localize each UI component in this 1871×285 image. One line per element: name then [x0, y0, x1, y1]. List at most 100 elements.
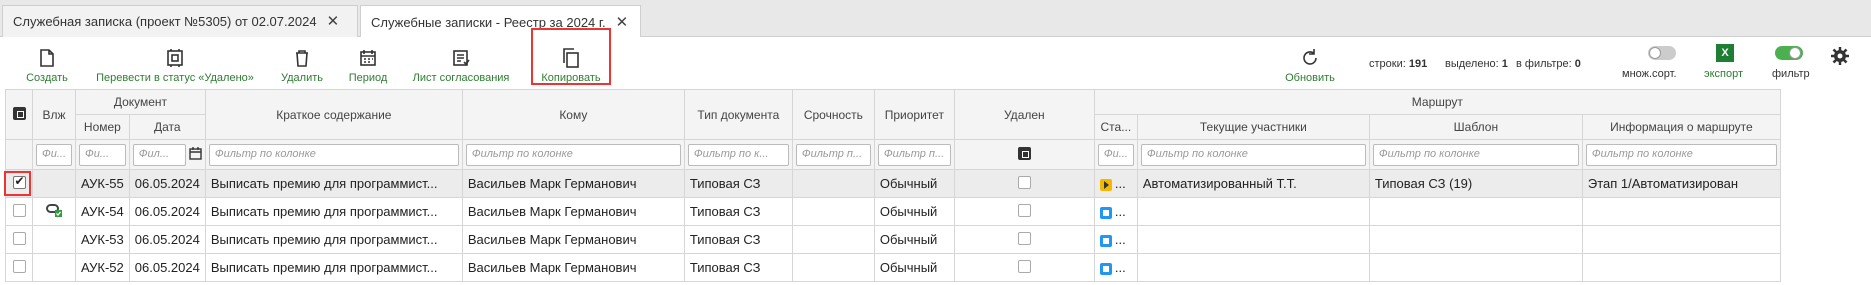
close-icon[interactable]: ✕: [327, 14, 340, 29]
filter-cell-date: Фил...: [128, 139, 206, 170]
filter-input-priority[interactable]: Фильтр п...: [877, 143, 951, 166]
template-cell: [1368, 225, 1583, 254]
priority-cell: Обычный: [873, 169, 955, 198]
doc-type-cell: Типовая СЗ: [683, 253, 793, 282]
stop-status-icon: [1099, 206, 1112, 219]
gear-icon[interactable]: [1830, 46, 1850, 66]
export-label[interactable]: экспорт: [1704, 68, 1743, 80]
row-select-cell[interactable]: [5, 253, 33, 282]
row-select-cell[interactable]: [5, 197, 33, 226]
rows-label: строки:: [1369, 58, 1406, 70]
refresh-button[interactable]: Обновить: [1280, 42, 1340, 84]
filter-cell-template: Фильтр по колонке: [1368, 139, 1583, 170]
deleted-cell: [953, 253, 1095, 282]
table-row[interactable]: АУК-53 06.05.2024 Выписать премию для пр…: [5, 225, 1781, 254]
route-info-cell: [1581, 253, 1781, 282]
date-cell: 06.05.2024: [128, 253, 206, 282]
filter-cell-summary: Фильтр по колонке: [204, 139, 463, 170]
multisort-label: множ.сорт.: [1622, 68, 1677, 80]
deleted-cell: [953, 225, 1095, 254]
to-cell: Васильев Марк Германович: [461, 197, 685, 226]
status-cell: ...: [1093, 225, 1138, 254]
row-checkbox[interactable]: [12, 203, 26, 217]
tab-memo-draft[interactable]: Служебная записка (проект №5305) от 02.0…: [2, 5, 358, 37]
filter-input-status[interactable]: Фи...: [1097, 143, 1134, 166]
filter-input-to[interactable]: Фильтр по колонке: [465, 143, 681, 166]
table-row[interactable]: АУК-52 06.05.2024 Выписать премию для пр…: [5, 253, 1781, 282]
number-cell: АУК-52: [75, 253, 130, 282]
create-label: Создать: [26, 72, 68, 84]
route-info-cell: Этап 1/Автоматизирован: [1581, 169, 1781, 198]
column-header-priority[interactable]: Приоритет: [873, 89, 955, 140]
column-header-deleted[interactable]: Удален: [953, 89, 1095, 140]
filter-input-date[interactable]: Фил...: [132, 143, 186, 166]
status-more[interactable]: ...: [1115, 260, 1126, 275]
urgency-cell: [791, 197, 875, 226]
column-header-template[interactable]: Шаблон: [1368, 114, 1583, 140]
doc-type-cell: Типовая СЗ: [683, 169, 793, 198]
status-more[interactable]: ...: [1115, 204, 1126, 219]
filter-cell-priority: Фильтр п...: [873, 139, 955, 170]
create-button[interactable]: Создать: [22, 42, 72, 84]
filter-input-attach[interactable]: Фи...: [36, 143, 73, 166]
urgency-cell: [791, 169, 875, 198]
table-row[interactable]: АУК-54 06.05.2024 Выписать премию для пр…: [5, 197, 1781, 226]
select-all-checkbox[interactable]: [12, 106, 26, 120]
filter-cell-urgency: Фильтр п...: [791, 139, 875, 170]
column-header-date[interactable]: Дата: [128, 114, 206, 140]
row-checkbox[interactable]: [12, 259, 26, 273]
row-select-cell[interactable]: [5, 225, 33, 254]
column-header-summary[interactable]: Краткое содержание: [204, 89, 463, 140]
filter-input-route-info[interactable]: Фильтр по колонке: [1585, 143, 1777, 166]
column-header-attach[interactable]: Влж: [31, 89, 77, 140]
new-document-icon: [37, 48, 57, 68]
approval-sheet-button[interactable]: Лист согласования: [405, 42, 517, 84]
filter-input-template[interactable]: Фильтр по колонке: [1372, 143, 1579, 166]
column-header-participants[interactable]: Текущие участники: [1136, 114, 1370, 140]
period-label: Период: [348, 72, 388, 84]
stop-status-icon: [1099, 262, 1112, 275]
select-all-header[interactable]: [5, 89, 33, 140]
summary-cell: Выписать премию для программист...: [204, 225, 463, 254]
column-header-doc-type[interactable]: Тип документа: [683, 89, 793, 140]
tab-bar: Служебная записка (проект №5305) от 02.0…: [0, 0, 1871, 38]
column-header-number[interactable]: Номер: [75, 114, 130, 140]
status-cell: ...: [1093, 197, 1138, 226]
period-button[interactable]: Период: [343, 42, 393, 84]
delete-button[interactable]: Удалить: [277, 42, 327, 84]
priority-cell: Обычный: [873, 253, 955, 282]
participants-cell: Автоматизированный Т.Т.: [1136, 169, 1370, 198]
filter-input-summary[interactable]: Фильтр по колонке: [208, 143, 459, 166]
table-row[interactable]: АУК-55 06.05.2024 Выписать премию для пр…: [5, 169, 1781, 198]
delete-label: Удалить: [281, 72, 323, 84]
status-more[interactable]: ...: [1115, 176, 1126, 191]
calendar-icon[interactable]: [189, 146, 202, 163]
filter-input-doc-type[interactable]: Фильтр по к...: [687, 143, 789, 166]
deleted-checkbox: [1017, 203, 1031, 217]
to-cell: Васильев Марк Германович: [461, 225, 685, 254]
filter-input-participants[interactable]: Фильтр по колонке: [1140, 143, 1366, 166]
filter-input-number[interactable]: Фи...: [79, 143, 126, 166]
to-deleted-status-button[interactable]: Перевести в статус «Удалено»: [90, 42, 260, 84]
close-icon[interactable]: ✕: [616, 15, 629, 30]
column-header-status[interactable]: Ста...: [1093, 114, 1138, 140]
selected-value: 1: [1501, 58, 1508, 70]
row-checkbox[interactable]: [12, 231, 26, 245]
attach-cell: [31, 197, 77, 226]
filter-cell-attach: Фи...: [31, 139, 77, 170]
status-more[interactable]: ...: [1115, 232, 1126, 247]
filter-toggle[interactable]: [1775, 46, 1803, 60]
deleted-filter-checkbox[interactable]: [1017, 146, 1031, 160]
summary-cell: Выписать премию для программист...: [204, 253, 463, 282]
selected-count: выделено: 1: [1445, 58, 1508, 70]
multisort-toggle[interactable]: [1648, 46, 1676, 60]
template-cell: [1368, 253, 1583, 282]
copy-button-highlight: [531, 28, 611, 85]
filter-input-urgency[interactable]: Фильтр п...: [795, 143, 871, 166]
column-header-urgency[interactable]: Срочность: [791, 89, 875, 140]
attachment-icon[interactable]: [46, 204, 63, 220]
excel-export-icon[interactable]: X: [1716, 44, 1734, 62]
column-header-to[interactable]: Кому: [461, 89, 685, 140]
deleted-cell: [953, 197, 1095, 226]
column-header-route-info[interactable]: Информация о маршруте: [1581, 114, 1781, 140]
